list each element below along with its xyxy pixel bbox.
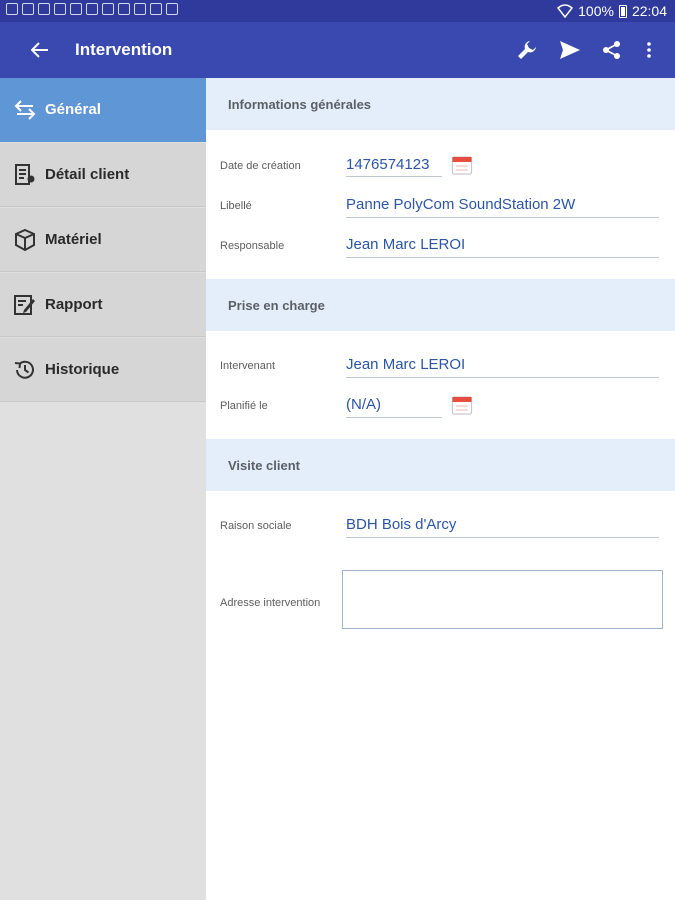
sidebar-item-label: Rapport: [45, 296, 103, 313]
wrench-icon: [518, 41, 536, 59]
notification-icon: [86, 3, 98, 15]
more-options-button[interactable]: [635, 36, 663, 64]
section-title: Visite client: [228, 458, 301, 473]
creation-date-underline: [346, 176, 442, 177]
raison-sociale-value[interactable]: BDH Bois d'Arcy: [346, 516, 456, 533]
sidebar-item-material[interactable]: Matériel: [0, 208, 206, 272]
section-header-general: Informations générales: [206, 78, 675, 130]
notification-icons: [6, 3, 178, 15]
intervenant-value[interactable]: Jean Marc LEROI: [346, 356, 465, 373]
planifie-value[interactable]: (N/A): [346, 396, 381, 413]
page-title: Intervention: [75, 40, 173, 59]
notification-icon: [70, 3, 82, 15]
notification-icon: [102, 3, 114, 15]
adresse-intervention-textarea[interactable]: [342, 570, 663, 629]
back-button[interactable]: [26, 36, 54, 64]
battery-icon: [618, 4, 627, 18]
status-bar: 100% 22:04: [0, 0, 675, 22]
responsable-underline: [346, 257, 659, 258]
libelle-underline: [346, 217, 659, 218]
sidebar-item-report[interactable]: Rapport: [0, 273, 206, 337]
libelle-value[interactable]: Panne PolyCom SoundStation 2W: [346, 196, 575, 213]
send-icon: [560, 41, 580, 59]
box-icon: [15, 228, 35, 252]
app-bar: Intervention: [0, 22, 675, 78]
sidebar-item-label: Historique: [45, 361, 120, 378]
section-title: Prise en charge: [228, 298, 325, 313]
sidebar: Général Détail client Matériel Rapport H…: [0, 78, 206, 900]
notification-icon: [150, 3, 162, 15]
edit-report-icon: [14, 295, 35, 315]
section-title: Informations générales: [228, 97, 372, 112]
share-icon: [603, 41, 620, 59]
libelle-label: Libellé: [220, 200, 252, 212]
main-content: Informations générales Date de création …: [206, 78, 675, 900]
swap-icon: [14, 100, 36, 120]
intervenant-underline: [346, 377, 659, 378]
sidebar-item-client-detail[interactable]: Détail client: [0, 143, 206, 207]
history-icon: [14, 360, 34, 379]
notification-icon: [166, 3, 178, 15]
notification-icon: [38, 3, 50, 15]
section-header-prise: Prise en charge: [206, 279, 675, 331]
status-right: 100% 22:04: [557, 3, 667, 19]
creation-date-label: Date de création: [220, 160, 301, 172]
send-button[interactable]: [556, 36, 584, 64]
responsable-label: Responsable: [220, 240, 285, 252]
calendar-icon[interactable]: [451, 394, 473, 416]
section-header-visite: Visite client: [206, 439, 675, 491]
notification-icon: [6, 3, 18, 15]
battery-percent: 100%: [578, 3, 614, 19]
more-vert-icon: [647, 42, 651, 58]
notification-icon: [22, 3, 34, 15]
sidebar-item-general[interactable]: Général: [0, 78, 206, 142]
calendar-icon[interactable]: [451, 154, 473, 176]
sidebar-item-label: Détail client: [45, 166, 130, 183]
notification-icon: [134, 3, 146, 15]
notification-icon: [54, 3, 66, 15]
tools-button[interactable]: [513, 36, 541, 64]
intervenant-label: Intervenant: [220, 360, 276, 372]
sidebar-item-history[interactable]: Historique: [0, 338, 206, 402]
creation-date-value[interactable]: 1476574123: [346, 156, 429, 173]
responsable-value[interactable]: Jean Marc LEROI: [346, 236, 465, 253]
planifie-underline: [346, 417, 442, 418]
share-button[interactable]: [598, 36, 626, 64]
raison-sociale-underline: [346, 537, 659, 538]
wifi-icon: [557, 4, 574, 18]
adresse-intervention-label: Adresse intervention: [220, 597, 321, 609]
sidebar-item-label: Général: [45, 101, 101, 118]
client-detail-icon: [15, 164, 35, 185]
notification-icon: [118, 3, 130, 15]
planifie-label: Planifié le: [220, 400, 268, 412]
sidebar-item-label: Matériel: [45, 231, 102, 248]
raison-sociale-label: Raison sociale: [220, 520, 292, 532]
clock: 22:04: [631, 3, 667, 19]
arrow-left-icon: [31, 42, 48, 58]
